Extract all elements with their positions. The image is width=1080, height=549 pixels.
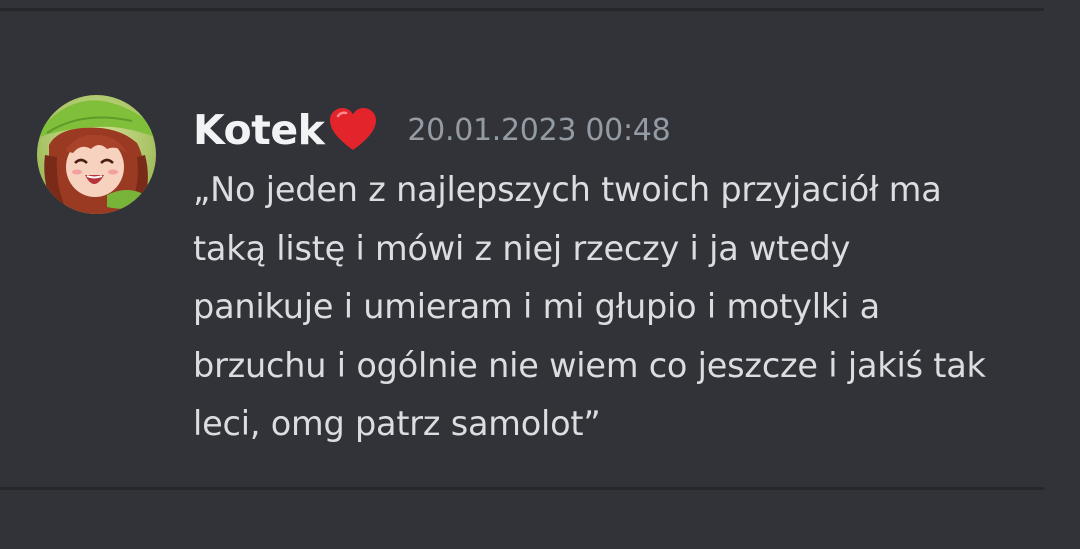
bottom-divider: [0, 487, 1044, 490]
message-line: brzuchu i ogólnie nie wiem co jeszcze i …: [193, 345, 986, 385]
chat-message: Kotek 20.01.2023 00:48 „No jeden z najle…: [0, 0, 1080, 549]
author-name[interactable]: Kotek: [193, 106, 325, 154]
message-line: panikuje i umieram i mi głupio i motylki…: [193, 287, 880, 326]
avatar-image: [37, 95, 156, 214]
heart-emoji-icon: [327, 104, 379, 156]
message-line: taką listę i mówi z niej rzeczy i ja wte…: [193, 228, 851, 268]
message-header: Kotek 20.01.2023 00:48: [193, 100, 671, 160]
avatar[interactable]: [37, 95, 156, 214]
message-timestamp: 20.01.2023 00:48: [407, 112, 671, 148]
message-line: leci, omg patrz samolot”: [193, 404, 601, 443]
message-content: „No jeden z najlepszych twoich przyjació…: [193, 161, 1043, 454]
message-line: „No jeden z najlepszych twoich przyjació…: [193, 170, 942, 209]
